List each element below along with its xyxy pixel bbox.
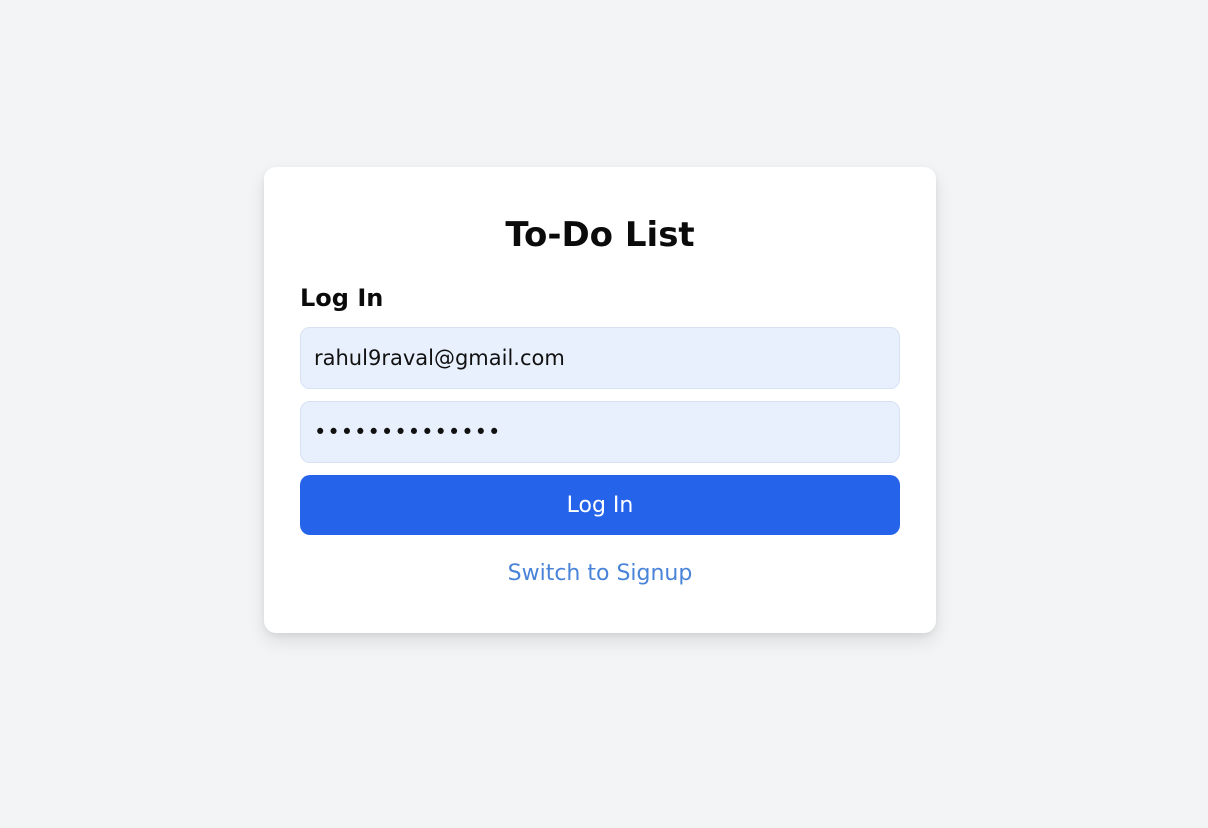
login-card: To-Do List Log In Log In Switch to Signu… bbox=[264, 167, 936, 633]
login-heading: Log In bbox=[300, 284, 384, 312]
app-title: To-Do List bbox=[505, 215, 695, 255]
login-button[interactable]: Log In bbox=[300, 475, 900, 535]
password-input[interactable] bbox=[300, 401, 900, 463]
email-input[interactable] bbox=[300, 327, 900, 389]
switch-to-signup-link[interactable]: Switch to Signup bbox=[300, 561, 900, 586]
